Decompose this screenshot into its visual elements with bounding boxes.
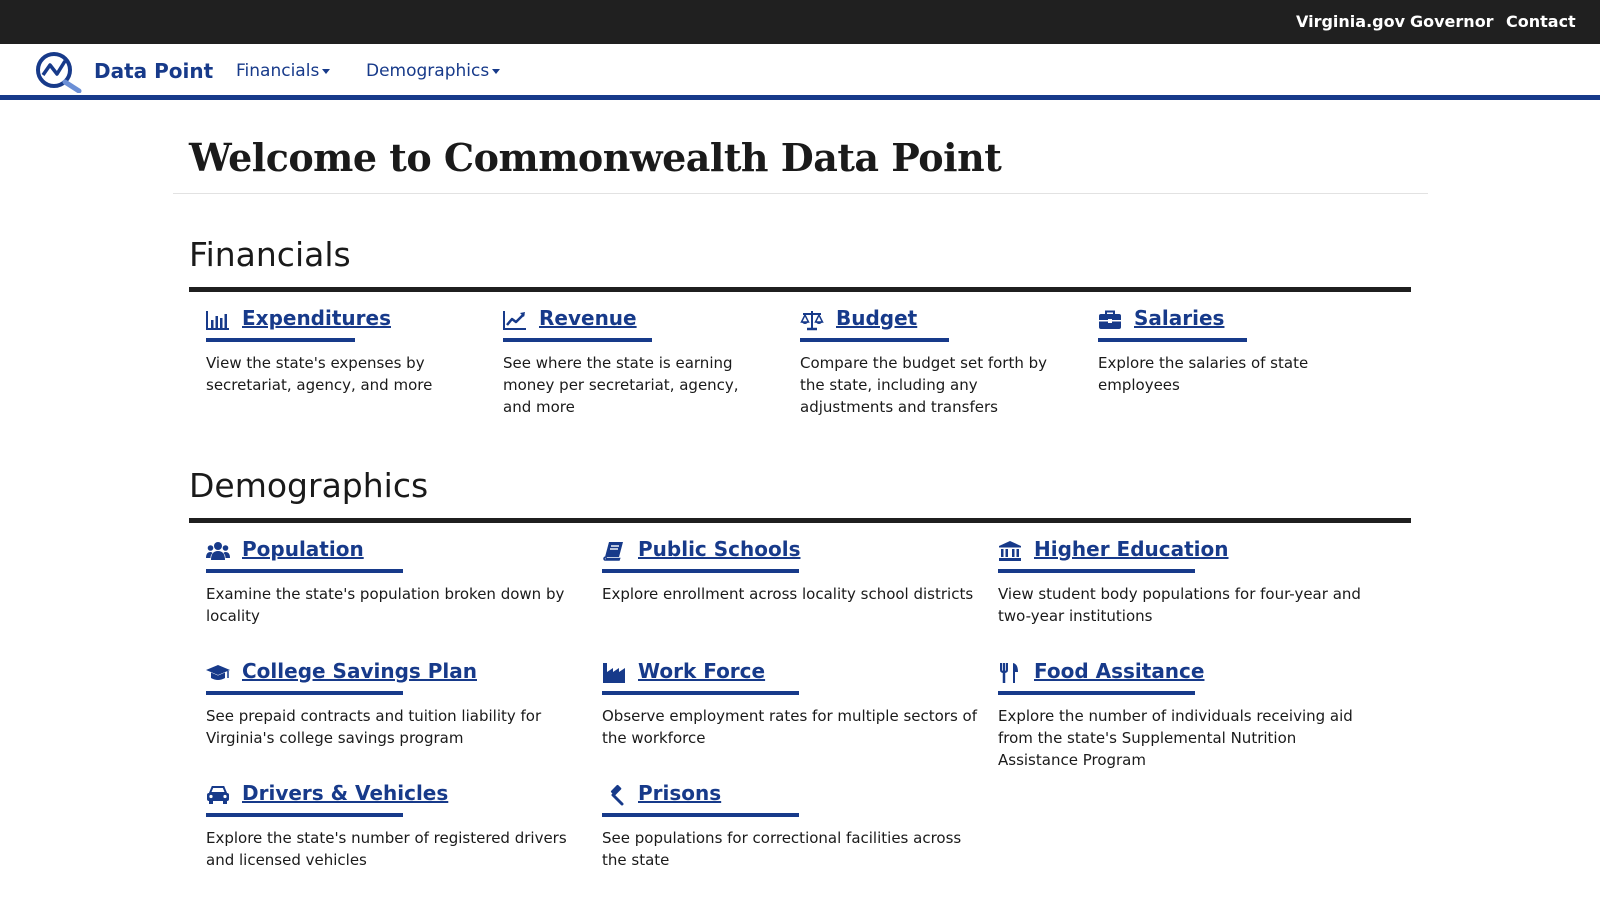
utensils-icon: [1000, 663, 1018, 683]
title-underline: [800, 338, 949, 342]
book-icon: [603, 542, 623, 561]
prisons-link[interactable]: Prisons: [638, 781, 721, 805]
title-underline: [206, 569, 403, 573]
title-underline: [602, 813, 799, 817]
expenditures-link[interactable]: Expenditures: [242, 306, 391, 330]
drivers-vehicles-link[interactable]: Drivers & Vehicles: [242, 781, 448, 805]
work-force-link[interactable]: Work Force: [638, 659, 765, 683]
revenue-description: See where the state is earning money per…: [503, 354, 739, 416]
title-underline: [602, 569, 799, 573]
brand-name[interactable]: Data Point: [94, 59, 213, 83]
budget-description: Compare the budget set forth by the stat…: [800, 354, 1048, 416]
college-savings-plan-description: See prepaid contracts and tuition liabil…: [206, 707, 542, 747]
graduation-cap-icon: [206, 665, 230, 680]
higher-education-link[interactable]: Higher Education: [1034, 537, 1229, 561]
expenditures-description: View the state's expenses by secretariat…: [206, 354, 433, 394]
card-public-schools[interactable]: Public Schools Explore enrollment across…: [602, 535, 982, 603]
caret-down-icon: [322, 68, 331, 74]
salaries-link[interactable]: Salaries: [1134, 306, 1224, 330]
higher-education-description: View student body populations for four-y…: [998, 585, 1361, 625]
public-schools-description: Explore enrollment across locality schoo…: [602, 585, 974, 603]
title-underline: [206, 813, 403, 817]
page-title: Welcome to Commonwealth Data Point: [189, 135, 1002, 180]
title-underline: [503, 338, 652, 342]
revenue-link[interactable]: Revenue: [539, 306, 637, 330]
data-point-logo-icon[interactable]: [32, 51, 84, 93]
card-population[interactable]: Population Examine the state's populatio…: [206, 535, 576, 625]
contact-link[interactable]: Contact: [1506, 12, 1576, 31]
title-underline: [998, 569, 1195, 573]
population-description: Examine the state's population broken do…: [206, 585, 565, 625]
card-budget[interactable]: Budget Compare the budget set forth by t…: [800, 304, 1075, 416]
demographics-divider: [189, 518, 1411, 523]
title-underline: [1098, 338, 1247, 342]
demographics-menu-label: Demographics: [366, 61, 490, 81]
drivers-vehicles-description: Explore the state's number of registered…: [206, 829, 567, 869]
top-utility-bar: Virginia.gov Governor Contact: [0, 0, 1600, 44]
budget-link[interactable]: Budget: [836, 306, 917, 330]
financials-heading: Financials: [189, 235, 351, 274]
food-assitance-description: Explore the number of individuals receiv…: [998, 707, 1353, 769]
card-expenditures[interactable]: Expenditures View the state's expenses b…: [206, 304, 476, 394]
card-work-force[interactable]: Work Force Observe employment rates for …: [602, 657, 982, 747]
work-force-description: Observe employment rates for multiple se…: [602, 707, 978, 747]
card-college-savings-plan[interactable]: College Savings Plan See prepaid contrac…: [206, 657, 576, 747]
public-schools-link[interactable]: Public Schools: [638, 537, 800, 561]
briefcase-icon: [1099, 310, 1121, 329]
governor-link[interactable]: Governor: [1410, 12, 1494, 31]
demographics-heading: Demographics: [189, 466, 429, 505]
population-link[interactable]: Population: [242, 537, 364, 561]
card-food-assitance[interactable]: Food Assitance Explore the number of ind…: [998, 657, 1368, 769]
food-assitance-link[interactable]: Food Assitance: [1034, 659, 1204, 683]
demographics-menu[interactable]: Demographics: [366, 61, 501, 81]
card-revenue[interactable]: Revenue See where the state is earning m…: [503, 304, 773, 416]
card-prisons[interactable]: Prisons See populations for correctional…: [602, 779, 982, 869]
virginia-gov-link[interactable]: Virginia.gov: [1296, 12, 1405, 31]
car-icon: [207, 786, 229, 804]
salaries-description: Explore the salaries of state employees: [1098, 354, 1309, 394]
title-underline: [206, 338, 355, 342]
line-chart-icon: [503, 311, 526, 330]
title-underline: [206, 691, 403, 695]
financials-menu[interactable]: Financials: [236, 61, 331, 81]
balance-scale-icon: [800, 311, 824, 331]
college-savings-plan-link[interactable]: College Savings Plan: [242, 659, 477, 683]
bar-chart-icon: [206, 311, 229, 330]
card-salaries[interactable]: Salaries Explore the salaries of state e…: [1098, 304, 1368, 394]
gavel-icon: [610, 784, 624, 806]
title-divider: [173, 193, 1428, 194]
card-drivers-vehicles[interactable]: Drivers & Vehicles Explore the state's n…: [206, 779, 576, 869]
card-higher-education[interactable]: Higher Education View student body popul…: [998, 535, 1378, 625]
industry-icon: [603, 663, 625, 683]
financials-menu-label: Financials: [236, 61, 320, 81]
title-underline: [602, 691, 799, 695]
financials-divider: [189, 287, 1411, 292]
caret-down-icon: [492, 68, 501, 74]
main-navbar: Data Point Financials Demographics: [0, 44, 1600, 100]
prisons-description: See populations for correctional facilit…: [602, 829, 962, 869]
title-underline: [998, 691, 1195, 695]
university-icon: [999, 541, 1021, 561]
users-icon: [206, 542, 230, 560]
